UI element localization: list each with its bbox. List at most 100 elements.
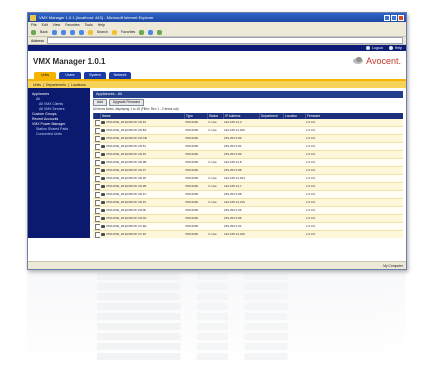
mail-icon[interactable] xyxy=(148,29,154,35)
device-name-text[interactable]: VMX1000_00:E0:86:0F:2D:45 xyxy=(106,152,146,156)
device-name[interactable]: VMX1000_00:E0:86:0F:2D:B2 xyxy=(100,127,184,134)
search-label[interactable]: Search xyxy=(97,30,108,34)
device-name[interactable]: VMX1000_00:E0:86:0F:2D:61 xyxy=(100,143,184,150)
close-button[interactable] xyxy=(398,14,404,21)
search-icon[interactable] xyxy=(87,29,93,35)
table-row[interactable]: VMX1000_00:E0:86:0F:2D:35 VMX1000 In Use 19… xyxy=(93,175,403,183)
device-location xyxy=(283,175,305,182)
row-checkbox[interactable] xyxy=(93,159,100,166)
table-row[interactable]: VMX1000_00:E0:86:0F:2C:FE VMX1000 169.254.… xyxy=(93,223,403,231)
tab-network[interactable]: Network xyxy=(109,72,131,79)
device-department xyxy=(259,127,283,134)
device-name[interactable]: VMX1000_00:E0:86:0F:2D:2B xyxy=(100,183,184,190)
row-checkbox[interactable] xyxy=(93,135,100,142)
table-row[interactable]: VMX1000_00:E0:86:0F:2D:45 VMX1000 169.254.… xyxy=(93,151,403,159)
device-name[interactable]: VMX1000_00:E0:86:0F:2C:F0 xyxy=(100,231,184,238)
table-row[interactable]: VMX1000_00:E0:86:0F:2D:2B VMX1000 In Use 19… xyxy=(93,183,403,191)
favorites-icon[interactable] xyxy=(111,29,117,35)
tab-units[interactable]: Units xyxy=(34,72,56,79)
table-row[interactable]: VMX1000_00:E0:86:0F:2D:61 VMX1000 169.254.… xyxy=(93,143,403,151)
device-name[interactable]: VMX1000_00:E0:86:0F:2D:45 xyxy=(100,151,184,158)
minimize-button[interactable] xyxy=(384,14,390,21)
print-icon[interactable] xyxy=(157,29,163,35)
home-icon[interactable] xyxy=(78,29,84,35)
device-name[interactable]: VMX1000_00:E0:86:0F:2D:15 xyxy=(100,199,184,206)
device-name-text[interactable]: VMX1000_00:E0:86:0F:2D:F2 xyxy=(106,120,146,124)
stop-icon[interactable] xyxy=(60,29,66,35)
menu-help[interactable]: Help xyxy=(98,23,105,27)
table-row[interactable]: VMX1000_00:E0:86:0F:2D:3B VMX1000 In Use 19… xyxy=(93,159,403,167)
row-checkbox[interactable] xyxy=(93,207,100,214)
device-name-text[interactable]: VMX1000_00:E0:86:0F:2C:F0 xyxy=(106,232,146,236)
table-row[interactable]: VMX1000_00:E0:86:0F:2D:15 VMX1000 In Use 19… xyxy=(93,199,403,207)
row-checkbox[interactable] xyxy=(93,151,100,158)
add-button[interactable]: Add xyxy=(93,99,107,106)
history-icon[interactable] xyxy=(139,29,145,35)
device-name-text[interactable]: VMX1000_00:E0:86:0F:2D:37 xyxy=(106,168,146,172)
row-checkbox[interactable] xyxy=(93,183,100,190)
device-name-text[interactable]: VMX1000_00:E0:86:0F:2D:61 xyxy=(106,144,146,148)
device-name-text[interactable]: VMX1000_00:E0:86:0F:2D:1C xyxy=(106,192,147,196)
device-name[interactable]: VMX1000_00:E0:86:0F:2D:37 xyxy=(100,167,184,174)
maximize-button[interactable] xyxy=(391,14,397,21)
device-name-text[interactable]: VMX1000_00:E0:86:0F:2C:FE xyxy=(106,224,147,228)
device-name-text[interactable]: VMX1000_00:E0:86:0F:2D:B2 xyxy=(106,128,146,132)
row-checkbox[interactable] xyxy=(93,215,100,222)
device-name[interactable]: VMX1000_00:E0:86:0F:2D:1C xyxy=(100,191,184,198)
device-name[interactable]: VMX1000_00:E0:86:0F:2D:AB xyxy=(100,135,184,142)
device-name-text[interactable]: VMX1000_00:E0:86:0F:2D:2B xyxy=(106,184,146,188)
row-checkbox[interactable] xyxy=(93,175,100,182)
device-name[interactable]: VMX1000_00:E0:86:0F:2C:FE xyxy=(100,223,184,230)
refresh-icon[interactable] xyxy=(69,29,75,35)
device-ip: 169.254.0.86 xyxy=(224,216,242,220)
forward-icon[interactable] xyxy=(51,29,57,35)
upgrade-firmware-button[interactable]: Upgrade Firmware xyxy=(108,99,145,106)
device-name-text[interactable]: VMX1000_00:E0:86:0F:2D:0F xyxy=(106,208,146,212)
back-icon[interactable] xyxy=(31,29,36,35)
device-name[interactable]: VMX1000_00:E0:86:0F:2D:0A xyxy=(100,215,184,222)
row-checkbox[interactable] xyxy=(93,231,100,238)
breadcrumb-departments[interactable]: Departments xyxy=(46,83,66,87)
device-name-text[interactable]: VMX1000_00:E0:86:0F:2D:35 xyxy=(106,176,146,180)
device-name-text[interactable]: VMX1000_00:E0:86:0F:2D:3B xyxy=(106,160,146,164)
menu-view[interactable]: View xyxy=(53,23,61,27)
row-checkbox[interactable] xyxy=(93,119,100,126)
row-checkbox[interactable] xyxy=(93,199,100,206)
back-label[interactable]: Back xyxy=(40,30,48,34)
table-row[interactable]: VMX1000_00:E0:86:0F:2D:37 VMX1000 169.254.… xyxy=(93,167,403,175)
breadcrumb-locations[interactable]: Locations xyxy=(71,83,86,87)
device-name[interactable]: VMX1000_00:E0:86:0F:2D:0F xyxy=(100,207,184,214)
device-name-text[interactable]: VMX1000_00:E0:86:0F:2D:15 xyxy=(106,200,146,204)
menu-edit[interactable]: Edit xyxy=(42,23,48,27)
menu-file[interactable]: File xyxy=(31,23,37,27)
row-checkbox[interactable] xyxy=(93,191,100,198)
table-row[interactable]: VMX1000_00:E0:86:0F:2D:B2 VMX1000 In Use 19… xyxy=(93,127,403,135)
device-name-text[interactable]: VMX1000_00:E0:86:0F:2D:AB xyxy=(106,136,147,140)
tab-users[interactable]: Users xyxy=(59,72,81,79)
device-name[interactable]: VMX1000_00:E0:86:0F:2D:3B xyxy=(100,159,184,166)
table-row[interactable]: VMX1000_00:E0:86:0F:2D:0F VMX1000 169.254.… xyxy=(93,207,403,215)
title-bar[interactable]: VMX Manager 1.0.1 (localhost: 443) - Mic… xyxy=(28,13,406,22)
logout-link[interactable]: Logout xyxy=(366,46,383,50)
row-checkbox[interactable] xyxy=(93,223,100,230)
device-name-text[interactable]: VMX1000_00:E0:86:0F:2D:0A xyxy=(106,216,146,220)
table-row[interactable]: VMX1000_00:E0:86:0F:2C:F0 VMX1000 In Use 19… xyxy=(93,231,403,238)
favorites-label[interactable]: Favorites xyxy=(121,30,135,34)
sidebar-item-connected-units[interactable]: Connected Units xyxy=(28,132,90,137)
row-checkbox[interactable] xyxy=(93,143,100,150)
menu-favorites[interactable]: Favorites xyxy=(65,23,79,27)
row-checkbox[interactable] xyxy=(93,127,100,134)
device-name[interactable]: VMX1000_00:E0:86:0F:2D:F2 xyxy=(100,119,184,126)
device-type: VMX1000 xyxy=(185,160,199,164)
menu-tools[interactable]: Tools xyxy=(85,23,93,27)
tab-system[interactable]: System xyxy=(84,72,106,79)
address-input[interactable] xyxy=(46,37,403,44)
table-row[interactable]: VMX1000_00:E0:86:0F:2D:F2 VMX1000 In Use 19… xyxy=(93,119,403,127)
row-checkbox[interactable] xyxy=(93,167,100,174)
device-name[interactable]: VMX1000_00:E0:86:0F:2D:35 xyxy=(100,175,184,182)
help-link[interactable]: Help xyxy=(388,46,402,50)
table-row[interactable]: VMX1000_00:E0:86:0F:2D:1C VMX1000 169.254.… xyxy=(93,191,403,199)
table-row[interactable]: VMX1000_00:E0:86:0F:2D:AB VMX1000 169.254.… xyxy=(93,135,403,143)
breadcrumb-units[interactable]: Units xyxy=(33,83,41,87)
table-row[interactable]: VMX1000_00:E0:86:0F:2D:0A VMX1000 169.254.… xyxy=(93,215,403,223)
